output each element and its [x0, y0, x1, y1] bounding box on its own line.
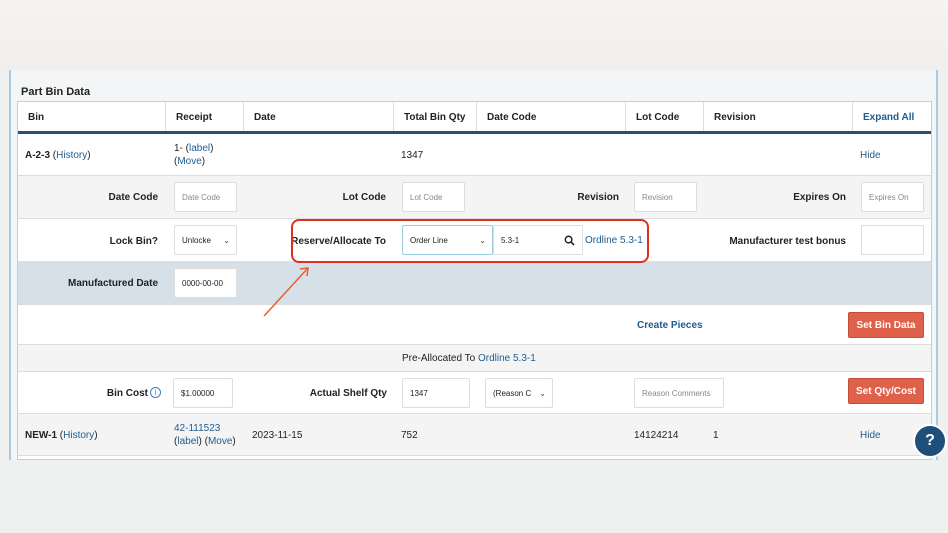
label-link[interactable]: label [177, 436, 198, 447]
actual-shelf-qty-label: Actual Shelf Qty [309, 388, 387, 399]
table-header: Bin Receipt Date Total Bin Qty Date Code… [18, 102, 931, 134]
chevron-down-icon: ⌄ [539, 388, 546, 398]
set-bin-data-button[interactable]: Set Bin Data [848, 312, 924, 338]
total-bin-qty: 752 [401, 430, 418, 441]
date-code-label: Date Code [108, 192, 158, 203]
revision: 1 [713, 430, 719, 441]
create-pieces-link[interactable]: Create Pieces [637, 320, 703, 331]
history-link[interactable]: History [56, 150, 87, 161]
expand-all-link[interactable]: Expand All [853, 102, 931, 131]
col-total-bin-qty: Total Bin Qty [394, 102, 477, 131]
pre-allocated-row: Pre-Allocated To Ordline 5.3-1 [18, 345, 931, 372]
receipt-link[interactable]: 42-111523 [174, 423, 220, 434]
col-lot-code: Lot Code [626, 102, 704, 131]
detail-row: Date Code Date Code Lot Code Lot Code Re… [18, 176, 931, 219]
bin-cost-input[interactable]: $1.00000 [173, 378, 233, 408]
hide-link[interactable]: Hide [860, 430, 881, 441]
highlight-box [291, 219, 649, 263]
manufacturer-test-bonus-input[interactable] [861, 225, 924, 255]
hide-link[interactable]: Hide [860, 150, 881, 161]
reason-comments-input[interactable]: Reason Comments [634, 378, 724, 408]
lock-bin-select[interactable]: Unlocke ⌄ [174, 225, 237, 255]
chevron-down-icon: ⌄ [223, 235, 230, 245]
manufactured-date-input[interactable]: 0000-00-00 [174, 268, 237, 298]
qty-cost-row: Bin Cost i $1.00000 Actual Shelf Qty 134… [18, 372, 931, 414]
manufactured-date-label: Manufactured Date [67, 278, 158, 289]
expires-on-label: Expires On [793, 192, 846, 203]
date-code-input[interactable]: Date Code [174, 182, 237, 212]
set-qty-cost-button[interactable]: Set Qty/Cost [848, 378, 924, 404]
help-button[interactable]: ? [913, 424, 947, 458]
pre-allocated-label: Pre-Allocated To [402, 353, 476, 364]
annotation-arrow-icon [263, 267, 309, 317]
move-link[interactable]: Move [208, 436, 232, 447]
col-receipt: Receipt [166, 102, 244, 131]
lot-code-input[interactable]: Lot Code [402, 182, 465, 212]
bin-name: NEW-1 [25, 430, 58, 441]
lock-bin-label: Lock Bin? [109, 236, 158, 247]
page-bottom [0, 460, 948, 533]
col-date: Date [244, 102, 394, 131]
bin-table: Bin Receipt Date Total Bin Qty Date Code… [17, 101, 932, 460]
pre-allocated-link[interactable]: Ordline 5.3-1 [478, 353, 536, 364]
lot-code: 14124214 [634, 430, 679, 441]
expires-on-input[interactable]: Expires On [861, 182, 924, 212]
col-bin: Bin [18, 102, 166, 131]
reason-value: (Reason C [493, 388, 532, 398]
manufacturer-test-bonus-label: Manufacturer test bonus [729, 236, 846, 247]
bin-cost-label: Bin Cost [106, 388, 148, 399]
action-row: Create Pieces Set Bin Data [18, 305, 931, 345]
label-link[interactable]: label [189, 143, 210, 154]
receipt-date: 2023-11-15 [252, 430, 303, 441]
page-top [0, 0, 948, 70]
revision-input[interactable]: Revision [634, 182, 697, 212]
reason-select[interactable]: (Reason C ⌄ [485, 378, 553, 408]
col-revision: Revision [704, 102, 853, 131]
actual-shelf-qty-input[interactable]: 1347 [402, 378, 470, 408]
history-link[interactable]: History [63, 430, 94, 441]
col-date-code: Date Code [477, 102, 626, 131]
table-row: A-2-3 (History) 1- (label) (Move) 1347 Hi… [18, 134, 931, 176]
receipt: 1- [174, 143, 183, 154]
total-bin-qty: 1347 [401, 150, 424, 161]
info-icon[interactable]: i [150, 387, 161, 398]
detail-row: Manufactured Date 0000-00-00 [18, 262, 931, 305]
revision-label: Revision [577, 192, 619, 203]
move-link[interactable]: Move [177, 156, 201, 167]
lock-bin-value: Unlocke [182, 235, 211, 245]
bin-name: A-2-3 [25, 150, 51, 161]
section-title: Part Bin Data [21, 86, 91, 98]
table-row: NEW-1 (History) 42-111523 (label) (Move) … [18, 414, 931, 456]
lot-code-label: Lot Code [342, 192, 386, 203]
